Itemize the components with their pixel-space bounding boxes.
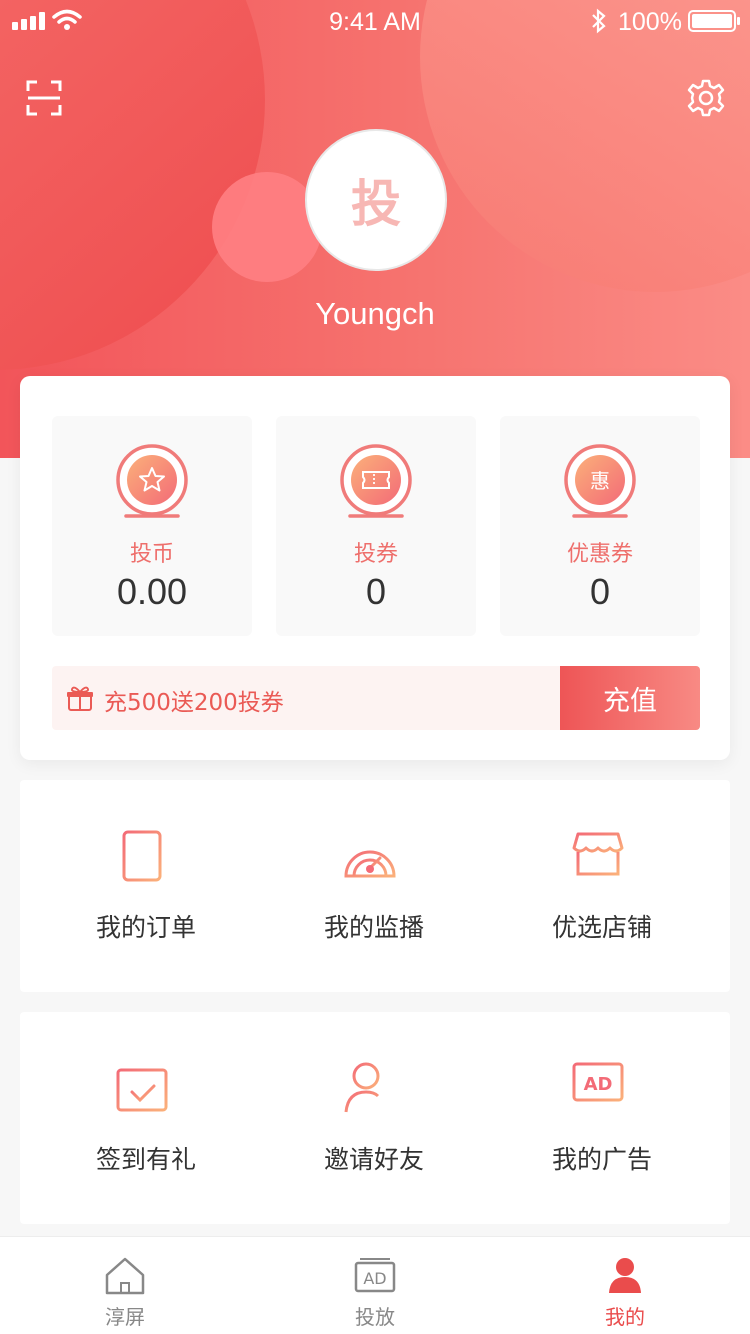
asset-tile-coins[interactable]: 投币 0.00	[52, 416, 252, 636]
ad-tab-icon: AD	[354, 1258, 396, 1293]
coin-star-icon	[116, 444, 188, 518]
menu-label: 我的监播	[323, 913, 424, 942]
menu-item-checkin[interactable]: 签到有礼	[20, 1012, 256, 1224]
asset-value: 0	[365, 571, 387, 612]
menu-item-monitor[interactable]: 我的监播	[248, 780, 484, 992]
status-bar: 9:41 AM 100%	[0, 0, 750, 44]
ad-text: AD	[584, 1074, 613, 1095]
discount-char: 惠	[590, 469, 610, 493]
store-icon	[572, 832, 624, 876]
gear-icon[interactable]	[686, 78, 726, 118]
menu-card-primary: 我的订单 我的监播 优选店铺	[20, 780, 730, 992]
tab-label: 淳屏	[105, 1305, 145, 1329]
ticket-icon	[340, 444, 412, 518]
battery-icon	[688, 10, 740, 32]
asset-label: 投券	[353, 542, 398, 567]
home-icon	[105, 1257, 145, 1295]
tab-mine[interactable]: 我的	[500, 1237, 750, 1334]
promo-banner[interactable]: 充500送200投券 充值	[52, 666, 700, 730]
monitor-gauge-icon	[344, 850, 396, 878]
profile-icon	[609, 1258, 641, 1293]
asset-tile-coupons[interactable]: 惠 优惠券 0	[500, 416, 700, 636]
calendar-check-icon	[116, 1064, 168, 1112]
avatar-char: 投	[351, 174, 401, 233]
add-friend-icon	[344, 1062, 394, 1114]
tab-publish[interactable]: AD 投放	[250, 1237, 500, 1334]
menu-label: 签到有礼	[95, 1145, 196, 1174]
menu-item-stores[interactable]: 优选店铺	[476, 780, 712, 992]
order-list-icon	[122, 830, 162, 882]
asset-value: 0.00	[116, 571, 188, 612]
menu-card-secondary: 签到有礼 邀请好友 AD 我的广告	[20, 1012, 730, 1224]
asset-tile-tickets[interactable]: 投券 0	[276, 416, 476, 636]
scan-icon[interactable]	[26, 80, 62, 116]
ad-text: AD	[363, 1269, 386, 1288]
menu-label: 邀请好友	[323, 1145, 424, 1174]
menu-label: 我的订单	[95, 913, 196, 942]
recharge-button[interactable]: 充值	[560, 666, 700, 730]
battery-percent: 100%	[618, 8, 682, 36]
gift-icon	[67, 686, 93, 711]
tab-label: 我的	[605, 1305, 645, 1329]
menu-item-invite[interactable]: 邀请好友	[248, 1012, 484, 1224]
ad-screen-icon: AD	[572, 1062, 624, 1112]
wallet-card: 投币 0.00 投券 0 惠 优惠券 0 充500送200投券 充值	[20, 376, 730, 760]
bluetooth-icon	[592, 8, 606, 34]
username: Youngch	[315, 296, 435, 331]
menu-label: 优选店铺	[551, 913, 652, 942]
menu-item-my-ads[interactable]: AD 我的广告	[476, 1012, 712, 1224]
tab-bar: 淳屏 AD 投放 我的	[0, 1236, 750, 1334]
avatar[interactable]: 投	[305, 129, 447, 271]
tab-home[interactable]: 淳屏	[0, 1237, 250, 1334]
menu-label: 我的广告	[551, 1145, 652, 1174]
tab-label: 投放	[355, 1305, 395, 1329]
asset-value: 0	[589, 571, 611, 612]
asset-label: 优惠券	[566, 542, 633, 567]
discount-badge-icon: 惠	[564, 444, 636, 518]
promo-text: 充500送200投券	[104, 690, 284, 716]
asset-label: 投币	[129, 542, 174, 567]
menu-item-orders[interactable]: 我的订单	[20, 780, 256, 992]
